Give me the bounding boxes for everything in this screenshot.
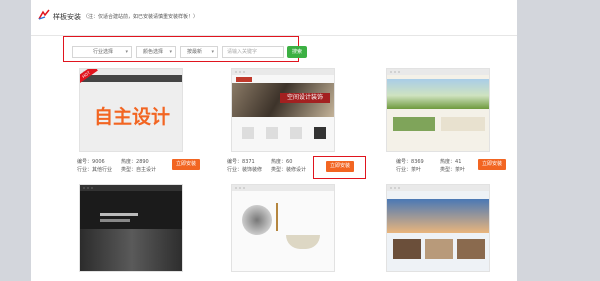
template-thumbnail-5[interactable] [231,184,335,272]
thumb-headline: 空间设计装饰 [280,93,330,103]
template-thumbnail-6[interactable] [386,184,490,272]
brand-logo-icon [38,9,50,20]
industry-select-label: 行业选择 [93,49,114,55]
browser-bar [232,69,334,75]
template-3-style: 类型：茶叶 [440,167,466,173]
thumb-crowd-image [80,229,182,271]
thumb-navbar [80,75,182,82]
thumb-image [457,239,485,259]
template-2-industry: 行业：装饰装修 [227,167,263,173]
thumb-feature-row [242,127,326,139]
template-1-id: 编号：9006 [77,159,105,165]
color-select[interactable]: 颜色选择 ▾ [136,46,176,58]
page-header: 样板安装 （注：仅适合建站前，如已安装请慎重安装样板！） [31,0,517,36]
install-button-3[interactable]: 立即安装 [478,159,506,170]
thumb-banner [387,199,489,233]
template-2-id: 编号：8371 [227,159,255,165]
page-title: 样板安装 [53,13,81,21]
chevron-down-icon: ▾ [125,49,128,55]
template-2-hits: 热度：60 [271,159,293,165]
search-button[interactable]: 搜索 [287,46,307,58]
browser-bar [80,185,182,191]
thumb-image [393,239,421,259]
browser-bar [387,185,489,191]
thumb-tea-bowl [286,235,320,249]
search-input[interactable]: 请输入关键字 [222,46,284,58]
thumb-subheadline-bar [100,219,130,222]
template-1-style: 类型：自主设计 [121,167,157,173]
browser-bar [387,69,489,75]
thumb-logo [236,77,252,82]
thumb-headline-bar [100,213,138,216]
template-thumbnail-3[interactable] [386,68,490,152]
thumb-text-block [441,117,485,131]
install-button-2[interactable]: 立即安装 [326,161,354,172]
template-thumbnail-4[interactable] [79,184,183,272]
browser-bar [232,185,334,191]
install-button-1[interactable]: 立即安装 [172,159,200,170]
template-1-hits: 热度：2890 [121,159,149,165]
template-1-industry: 行业：其他行业 [77,167,113,173]
template-3-industry: 行业：茶叶 [396,167,422,173]
chevron-down-icon: ▾ [169,49,172,55]
page-subtitle: （注：仅适合建站前，如已安装请慎重安装样板！） [83,14,199,20]
thumb-image [393,117,435,131]
thumb-headline: 自主设计 [93,106,170,128]
filter-bar: 行业选择 ▾ 颜色选择 ▾ 按最新 ▾ 请输入关键字 搜索 [63,36,307,62]
industry-select[interactable]: 行业选择 ▾ [72,46,132,58]
template-3-hits: 热度：41 [440,159,462,165]
chevron-down-icon: ▾ [211,49,214,55]
thumb-brush [276,203,278,231]
sort-select-label: 按最新 [187,49,203,55]
thumb-banner [387,79,489,109]
color-select-label: 颜色选择 [143,49,164,55]
template-2-style: 类型：装修设计 [271,167,307,173]
sort-select[interactable]: 按最新 ▾ [180,46,218,58]
template-install-page: 样板安装 （注：仅适合建站前，如已安装请慎重安装样板！） 行业选择 ▾ 颜色选择… [31,0,517,281]
template-thumbnail-1[interactable]: HOT 自主设计 [79,68,183,152]
template-thumbnail-2[interactable]: 空间设计装饰 [231,68,335,152]
thumb-image [425,239,453,259]
template-3-id: 编号：8369 [396,159,424,165]
thumb-ink-painting [242,205,272,235]
